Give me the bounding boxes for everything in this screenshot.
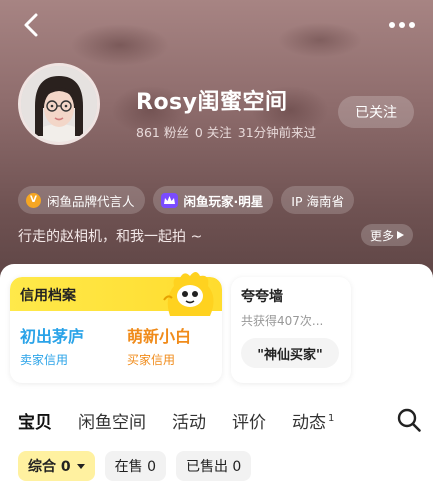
filter-all[interactable]: 综合 0: [18, 451, 95, 481]
profile-tags: V 闲鱼品牌代言人 闲鱼玩家 ·明星 IP 海南省: [18, 186, 354, 214]
tag-brand-text: 闲鱼玩家: [183, 193, 234, 209]
back-arrow-icon: [24, 13, 38, 37]
more-label: 更多: [369, 228, 394, 243]
avatar-portrait-icon: [21, 66, 97, 142]
profile-header-background: [0, 0, 433, 300]
profile-username: Rosy闺蜜空间: [136, 90, 288, 115]
more-options-button[interactable]: [385, 12, 419, 38]
item-filters: 综合 0 在售 0 已售出 0: [18, 451, 252, 481]
buyer-credit-value: 萌新小白: [127, 327, 192, 346]
profile-bio: 行走的赵相机，和我一起拍 ~: [18, 229, 203, 245]
tag-brand-ambassador[interactable]: V 闲鱼品牌代言人: [18, 186, 145, 214]
play-triangle-icon: [397, 231, 404, 239]
tab-reviews[interactable]: 评价: [232, 408, 266, 433]
verified-v-icon: V: [26, 192, 41, 208]
tag-label: ·明星: [233, 193, 264, 209]
follow-button[interactable]: 已关注: [338, 96, 414, 128]
following-count[interactable]: 0 关注: [195, 122, 232, 141]
back-button[interactable]: [14, 8, 48, 42]
followers-count[interactable]: 861 粉丝: [136, 122, 189, 141]
dropdown-triangle-icon: [76, 463, 85, 469]
avatar[interactable]: [18, 63, 100, 145]
seller-credit-value: 初出茅庐: [20, 327, 85, 346]
praise-wall-card[interactable]: 夸夸墙 共获得407次... "神仙买家": [231, 277, 351, 383]
tab-activities[interactable]: 活动: [172, 408, 206, 433]
mascot-icon: [163, 272, 214, 316]
search-icon: [397, 408, 421, 432]
tag-ip-location: IP 海南省: [281, 186, 354, 214]
buyer-credit-label: 买家信用: [127, 353, 176, 367]
more-dots-icon: [389, 22, 415, 28]
tab-badge-count: 1: [328, 413, 335, 425]
search-button[interactable]: [396, 407, 422, 433]
tab-moments[interactable]: 动态 1: [292, 408, 334, 433]
praise-wall-count: 共获得407次...: [241, 314, 324, 328]
crown-icon: [160, 192, 178, 208]
bio-more-button[interactable]: 更多: [361, 224, 413, 246]
profile-stats: 861 粉丝 0 关注 31分钟前来过: [136, 122, 316, 141]
tag-label: IP 海南省: [291, 193, 344, 209]
praise-wall-title: 夸夸墙: [241, 289, 283, 305]
praise-tag-pill[interactable]: "神仙买家": [241, 338, 339, 368]
seller-credit-label: 卖家信用: [20, 353, 69, 367]
filter-sold[interactable]: 已售出 0: [175, 451, 252, 481]
last-seen-text: 31分钟前来过: [237, 125, 317, 140]
tag-player-star[interactable]: 闲鱼玩家 ·明星: [152, 186, 274, 214]
tag-label: 闲鱼品牌代言人: [47, 193, 135, 209]
tab-xianyu-space[interactable]: 闲鱼空间: [78, 408, 146, 433]
filter-on-sale[interactable]: 在售 0: [104, 451, 166, 481]
tab-items[interactable]: 宝贝: [16, 408, 54, 434]
profile-tabs: 宝贝 闲鱼空间 活动 评价 动态 1: [16, 408, 360, 438]
